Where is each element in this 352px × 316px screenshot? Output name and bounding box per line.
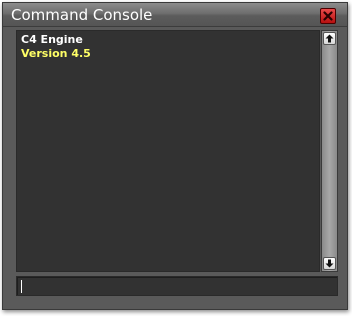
command-input-box[interactable] (16, 276, 338, 296)
command-input[interactable] (17, 277, 337, 295)
close-icon (323, 11, 333, 21)
arrow-down-icon (325, 259, 334, 268)
vertical-scrollbar[interactable] (321, 30, 338, 272)
arrow-up-icon (325, 34, 334, 43)
scroll-up-button[interactable] (323, 32, 336, 45)
console-line: C4 Engine (21, 33, 83, 46)
scroll-down-button[interactable] (323, 257, 336, 270)
console-line: Version 4.5 (21, 47, 91, 60)
command-console-window: Command Console C4 Engine Version 4.5 (2, 2, 348, 310)
title-bar[interactable]: Command Console (3, 3, 347, 27)
close-button[interactable] (320, 8, 336, 24)
window-title: Command Console (11, 6, 153, 24)
console-output: C4 Engine Version 4.5 (16, 30, 320, 272)
